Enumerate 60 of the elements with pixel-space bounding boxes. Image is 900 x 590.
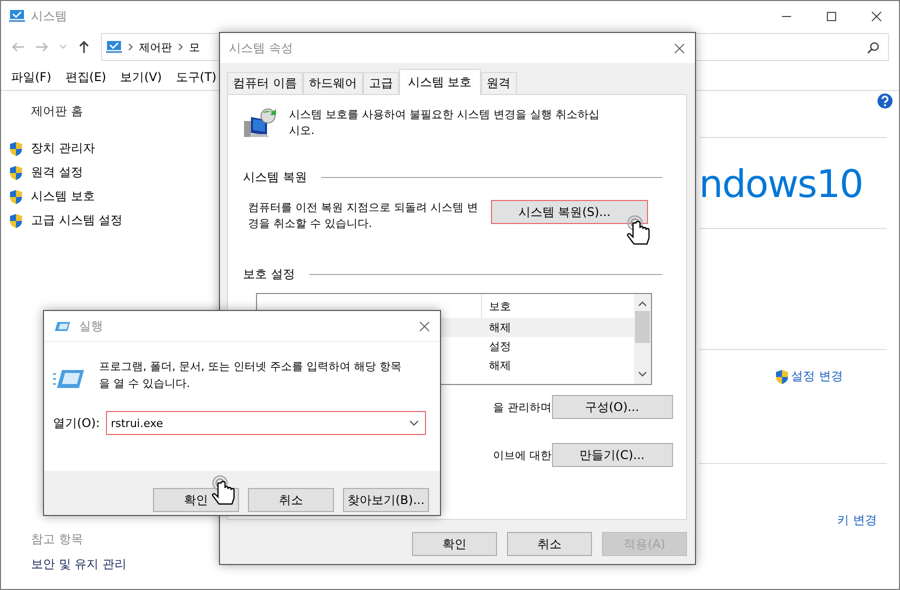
up-icon[interactable] xyxy=(77,40,91,54)
dialog-button[interactable]: 찾아보기(B)... xyxy=(343,488,429,512)
chevron-right-icon xyxy=(128,43,133,51)
dialog-button[interactable]: 확인 xyxy=(412,532,497,556)
tab[interactable]: 하드웨어 xyxy=(302,72,363,94)
description-text: 시스템 보호를 사용하여 불필요한 시스템 변경을 실행 취소하십시오. xyxy=(289,107,600,139)
sidebar-link[interactable]: 고급 시스템 설정 xyxy=(31,212,123,229)
breadcrumb-item[interactable]: 제어판 xyxy=(139,40,172,54)
group-heading: 보호 설정 xyxy=(243,266,295,283)
help-icon[interactable] xyxy=(877,93,893,109)
description-text: 컴퓨터를 이전 복원 지점으로 되돌려 시스템 변경을 취소할 수 있습니다. xyxy=(248,200,479,232)
tab[interactable]: 컴퓨터 이름 xyxy=(227,72,303,94)
section-heading: 참고 항목 xyxy=(31,531,84,548)
sidebar-link[interactable]: 장치 관리자 xyxy=(31,140,95,157)
close-icon[interactable] xyxy=(674,42,685,54)
maximize-icon[interactable] xyxy=(826,10,837,22)
scrollbar[interactable] xyxy=(634,294,651,384)
create-button[interactable]: 만들기(C)... xyxy=(552,443,672,467)
tab[interactable]: 시스템 보호 xyxy=(398,69,481,95)
tab[interactable]: 원격 xyxy=(480,72,517,94)
shield-icon xyxy=(9,188,23,204)
windows-logo-text: ndows10 xyxy=(699,161,864,208)
dialog-button[interactable]: 취소 xyxy=(507,532,592,556)
menu-item[interactable]: 파일(F) xyxy=(11,69,52,86)
column-header[interactable]: 보호 xyxy=(482,298,511,314)
tab[interactable]: 고급 xyxy=(362,72,399,94)
description-text: 프로그램, 폴더, 문서, 또는 인터넷 주소를 입력하여 해당 항목을 열 수 있습니다. xyxy=(99,359,402,392)
run-icon xyxy=(53,368,85,390)
shield-icon xyxy=(9,212,23,228)
field-label: 열기(O): xyxy=(53,414,100,432)
description-text: 이브에 대한 xyxy=(493,448,552,462)
change-product-key-link[interactable]: 키 변경 xyxy=(837,512,877,529)
run-icon xyxy=(53,320,71,332)
dialog-button[interactable]: 취소 xyxy=(248,488,334,512)
shield-icon xyxy=(9,164,23,180)
group-heading: 시스템 복원 xyxy=(243,169,307,186)
breadcrumb-item[interactable]: 모 xyxy=(189,40,200,54)
shield-icon xyxy=(775,368,789,384)
menu-item[interactable]: 보기(V) xyxy=(120,69,162,86)
scroll-down-icon[interactable] xyxy=(638,371,647,377)
close-icon[interactable] xyxy=(871,10,882,22)
open-combo-box[interactable]: rstrui.exe xyxy=(106,411,426,435)
window-title: 시스템 xyxy=(31,8,67,24)
monitor-icon xyxy=(9,9,25,23)
configure-button[interactable]: 구성(O)... xyxy=(552,395,672,419)
dialog-title: 실행 xyxy=(79,318,103,334)
close-icon[interactable] xyxy=(419,320,430,332)
change-settings-link[interactable]: 설정 변경 xyxy=(791,368,843,385)
menu-item[interactable]: 편집(E) xyxy=(65,69,106,86)
scroll-up-icon[interactable] xyxy=(638,301,647,307)
shield-icon xyxy=(9,140,23,156)
chevron-right-icon xyxy=(178,43,183,51)
monitor-icon xyxy=(106,40,122,54)
sidebar-link[interactable]: 시스템 보호 xyxy=(31,188,95,205)
sidebar-link[interactable]: 원격 설정 xyxy=(31,164,83,181)
system-restore-button[interactable]: 시스템 복원(S)... xyxy=(491,200,648,224)
dialog-title: 시스템 속성 xyxy=(229,40,293,56)
description-text: 을 관리하며 xyxy=(493,400,552,414)
search-icon[interactable] xyxy=(867,40,880,54)
menu-item[interactable]: 도구(T) xyxy=(176,69,216,86)
